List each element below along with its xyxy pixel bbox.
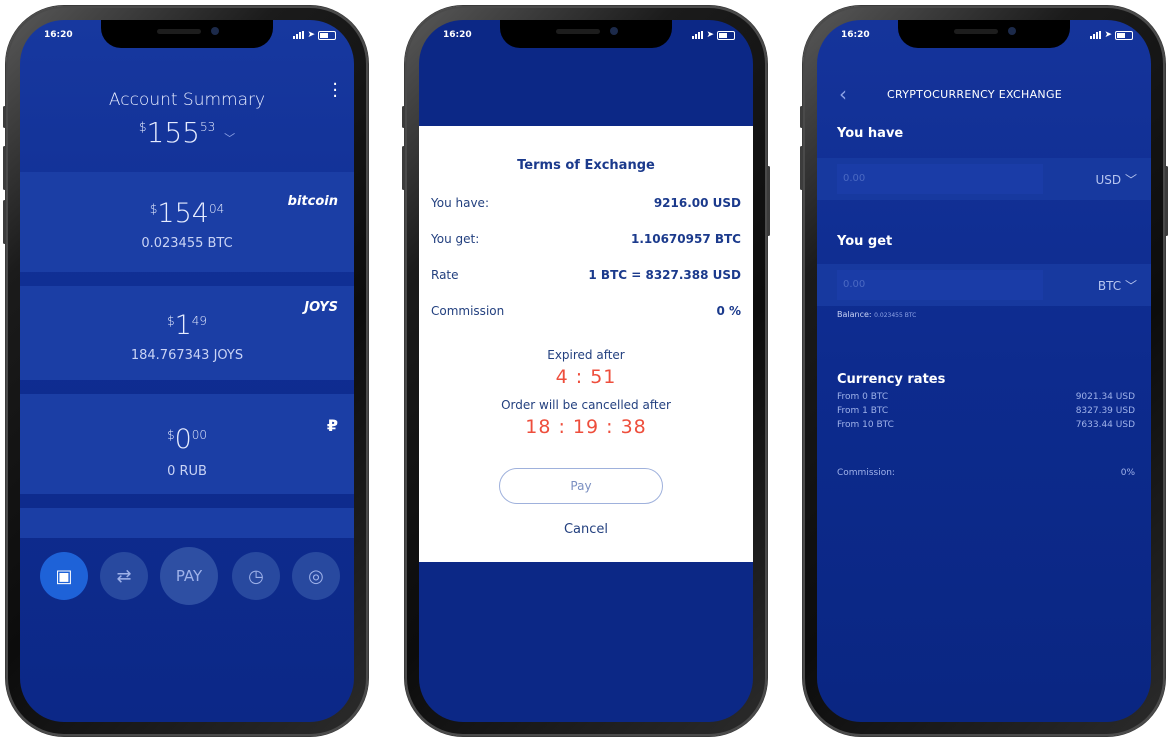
chevron-down-icon: ﹀ [224,132,236,145]
rate-row: From 10 BTC 7633.44 USD [837,420,1135,430]
commission-row: Commission: 0% [837,468,1135,478]
cancel-order-label: Order will be cancelled after [501,398,671,412]
chevron-down-icon: ﹀ [1124,173,1137,187]
expired-label: Expired after [547,348,625,362]
page-title: Account Summary [108,90,266,110]
battery-icon [318,30,336,40]
pay-button[interactable]: Pay [499,468,663,504]
page-title: CRYPTOCURRENCY EXCHANGE [887,88,1063,101]
you-get-row: You get: 1.10670957 BTC [431,232,741,246]
card-crypto-amount: 0.023455 BTC [141,236,233,251]
rate-row: From 1 BTC 8327.39 USD [837,406,1135,416]
you-get-label: You get [837,234,893,249]
you-have-currency-select[interactable]: USD ﹀ [1096,171,1137,188]
location-icon: ➤ [706,30,714,40]
phone-frame-2: 16:20 ➤ Terms of Exchange You have: 9216.… [402,6,770,736]
total-balance[interactable]: $15553 ﹀ [20,116,354,149]
status-bar: 16:20 ➤ [20,30,354,44]
wallet-nav-icon[interactable]: ▣ [40,552,88,600]
more-menu-icon[interactable]: · · · [332,76,338,106]
you-get-field: 0.00 BTC ﹀ [817,264,1151,306]
location-nav-icon[interactable]: ◎ [292,552,340,600]
status-time: 16:20 [44,30,73,40]
card-usd-amount: $149 [166,310,208,341]
rate-row: From 0 BTC 9021.34 USD [837,392,1135,402]
wallet-card-bitcoin[interactable]: bitcoin $15404 0.023455 BTC [20,172,354,272]
rate-row: Rate 1 BTC = 8327.388 USD [431,268,741,282]
location-icon: ➤ [307,30,315,40]
phone-frame-1: 16:20 ➤ Account Summary · · · $15553 ﹀ bit… [3,6,368,736]
currency-rates-title: Currency rates [837,372,946,387]
signal-icon [1090,31,1102,39]
terms-dialog: Terms of Exchange You have: 9216.00 USD Y… [419,126,753,562]
balance-text: Balance: 0.023455 BTC [837,310,917,319]
you-have-row: You have: 9216.00 USD [431,196,741,210]
signal-icon [293,31,305,39]
status-bar: 16:20 ➤ [419,30,753,44]
card-usd-amount: $000 [166,424,208,455]
card-crypto-amount: 0 RUB [167,464,207,479]
status-time: 16:20 [443,30,472,40]
back-arrow-icon[interactable]: ‹ [839,82,847,106]
you-have-field: 0.00 USD ﹀ [817,158,1151,200]
account-summary-screen: 16:20 ➤ Account Summary · · · $15553 ﹀ bit… [20,20,354,722]
dialog-title: Terms of Exchange [517,158,655,173]
you-have-label: You have [837,126,904,141]
you-have-input[interactable]: 0.00 [837,164,1043,194]
terms-of-exchange-screen: 16:20 ➤ Terms of Exchange You have: 9216.… [419,20,753,722]
exchange-nav-icon[interactable]: ⇄ [100,552,148,600]
crypto-exchange-screen: 16:20 ➤ ‹ CRYPTOCURRENCY EXCHANGE You ha… [817,20,1151,722]
wallet-card-rub[interactable]: ₽ $000 0 RUB [20,394,354,494]
card-crypto-amount: 184.767343 JOYS [130,348,244,363]
battery-icon [717,30,735,40]
card-usd-amount: $15404 [149,198,225,229]
commission-row: Commission 0 % [431,304,741,318]
phone-frame-3: 16:20 ➤ ‹ CRYPTOCURRENCY EXCHANGE You ha… [800,6,1168,736]
signal-icon [692,31,704,39]
status-bar: 16:20 ➤ [817,30,1151,44]
wallet-card-joys[interactable]: JOYS $149 184.767343 JOYS [20,286,354,380]
you-get-input[interactable]: 0.00 [837,270,1043,300]
expired-timer: 4 : 51 [555,366,617,388]
history-nav-icon[interactable]: ◷ [232,552,280,600]
chevron-down-icon: ﹀ [1124,279,1137,293]
cancel-timer: 18 : 19 : 38 [525,416,647,438]
cancel-button[interactable]: Cancel [419,522,753,537]
location-icon: ➤ [1104,30,1112,40]
bottom-nav: ▣ ⇄ PAY ◷ ◎ [40,547,340,612]
status-time: 16:20 [841,30,870,40]
pay-nav-button[interactable]: PAY [160,547,218,605]
wallet-card-partial[interactable] [20,508,354,538]
you-get-currency-select[interactable]: BTC ﹀ [1098,277,1137,294]
battery-icon [1115,30,1133,40]
